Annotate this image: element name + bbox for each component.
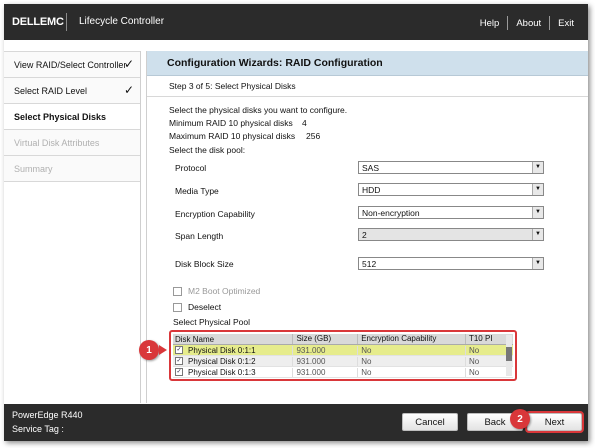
callout-badge-2: 2 <box>510 409 530 429</box>
max-disks-row: Maximum RAID 10 physical disks 256 <box>169 131 320 141</box>
checkmark-icon: ✓ <box>123 57 134 71</box>
deselect-checkbox[interactable]: Deselect <box>173 302 221 312</box>
physical-disk-table-highlight: Disk Name Size (GB) Encryption Capabilit… <box>169 330 517 381</box>
row-checkbox[interactable]: ✓ <box>175 346 183 354</box>
span-length-label: Span Length <box>175 231 355 241</box>
table-scrollbar[interactable] <box>506 335 512 376</box>
row-checkbox[interactable]: ✓ <box>175 368 183 376</box>
table-row[interactable]: ✓ Physical Disk 0:1:1 931.000 No No <box>173 345 513 356</box>
m2-boot-optimized-checkbox[interactable]: M2 Boot Optimized <box>173 286 260 296</box>
dropdown-arrow-icon: ▼ <box>532 229 543 240</box>
table-row[interactable]: ✓ Physical Disk 0:1:2 931.000 No No <box>173 356 513 367</box>
sidebar-item-view-raid[interactable]: View RAID/Select Controller ✓ <box>4 51 140 78</box>
checkbox-box <box>173 286 182 296</box>
column-header[interactable]: Encryption Capability <box>357 334 465 344</box>
page-title: Configuration Wizards: RAID Configuratio… <box>147 51 588 76</box>
checkbox-box <box>173 302 182 312</box>
exit-link[interactable]: Exit <box>550 18 574 29</box>
column-header[interactable]: Disk Name <box>173 334 292 344</box>
sidebar-item-physical-disks[interactable]: Select Physical Disks <box>4 104 140 130</box>
disk-pool-prompt: Select the disk pool: <box>169 145 246 155</box>
sidebar-item-label: Select RAID Level <box>14 85 88 96</box>
dellemc-logo: DELLEMC <box>12 16 64 28</box>
media-type-label: Media Type <box>175 186 355 196</box>
about-link[interactable]: About <box>508 18 549 29</box>
callout-pointer <box>159 345 167 355</box>
max-disks-value: 256 <box>306 131 321 141</box>
header-divider <box>66 13 67 31</box>
block-size-label: Disk Block Size <box>175 259 355 269</box>
callout-badge-1: 1 <box>139 340 159 360</box>
top-bar: DELLEMC Lifecycle Controller Help About … <box>4 4 588 40</box>
protocol-select[interactable]: SAS ▼ <box>358 161 544 174</box>
sidebar-item-label: Virtual Disk Attributes <box>14 137 100 148</box>
wizard-steps-sidebar: View RAID/Select Controller ✓ Select RAI… <box>4 51 141 403</box>
min-disks-label: Minimum RAID 10 physical disks <box>169 118 293 128</box>
encryption-select[interactable]: Non-encryption ▼ <box>358 206 544 219</box>
table-header: Disk Name Size (GB) Encryption Capabilit… <box>173 334 513 345</box>
instruction-text: Select the physical disks you want to co… <box>169 105 348 115</box>
sidebar-item-label: Summary <box>14 163 53 174</box>
dropdown-arrow-icon: ▼ <box>532 258 543 269</box>
column-header[interactable]: Size (GB) <box>292 334 357 344</box>
help-link[interactable]: Help <box>472 18 508 29</box>
dropdown-arrow-icon: ▼ <box>532 207 543 218</box>
cancel-button[interactable]: Cancel <box>402 413 458 431</box>
sidebar-item-label: View RAID/Select Controller <box>14 59 127 70</box>
encryption-label: Encryption Capability <box>175 209 355 219</box>
step-indicator: Step 3 of 5: Select Physical Disks <box>147 76 588 97</box>
footer-bar: PowerEdge R440 Service Tag : Cancel Back… <box>4 404 588 441</box>
dropdown-arrow-icon: ▼ <box>532 162 543 173</box>
min-disks-value: 4 <box>302 118 307 128</box>
row-checkbox[interactable]: ✓ <box>175 357 183 365</box>
span-length-select[interactable]: 2 ▼ <box>358 228 544 241</box>
main-panel: Configuration Wizards: RAID Configuratio… <box>146 51 588 403</box>
server-model: PowerEdge R440 <box>12 410 83 420</box>
product-name: Lifecycle Controller <box>79 16 165 27</box>
checkmark-icon: ✓ <box>123 83 134 97</box>
physical-disk-table: Disk Name Size (GB) Encryption Capabilit… <box>173 334 513 378</box>
sidebar-item-virtual-disk-attributes: Virtual Disk Attributes <box>4 130 140 156</box>
service-tag: Service Tag : <box>12 424 64 434</box>
physical-pool-label: Select Physical Pool <box>173 317 251 327</box>
min-disks-row: Minimum RAID 10 physical disks 4 <box>169 118 307 128</box>
next-button[interactable]: Next <box>525 411 584 433</box>
media-type-select[interactable]: HDD ▼ <box>358 183 544 196</box>
sidebar-item-raid-level[interactable]: Select RAID Level ✓ <box>4 78 140 104</box>
block-size-select[interactable]: 512 ▼ <box>358 257 544 270</box>
scrollbar-thumb[interactable] <box>506 347 512 361</box>
sidebar-item-summary: Summary <box>4 156 140 182</box>
app-window: DELLEMC Lifecycle Controller Help About … <box>4 4 588 441</box>
table-row[interactable]: ✓ Physical Disk 0:1:3 931.000 No No <box>173 367 513 378</box>
header-links: Help About Exit <box>472 16 574 30</box>
sidebar-item-label: Select Physical Disks <box>14 111 107 122</box>
max-disks-label: Maximum RAID 10 physical disks <box>169 131 296 141</box>
dropdown-arrow-icon: ▼ <box>532 184 543 195</box>
protocol-label: Protocol <box>175 163 355 173</box>
